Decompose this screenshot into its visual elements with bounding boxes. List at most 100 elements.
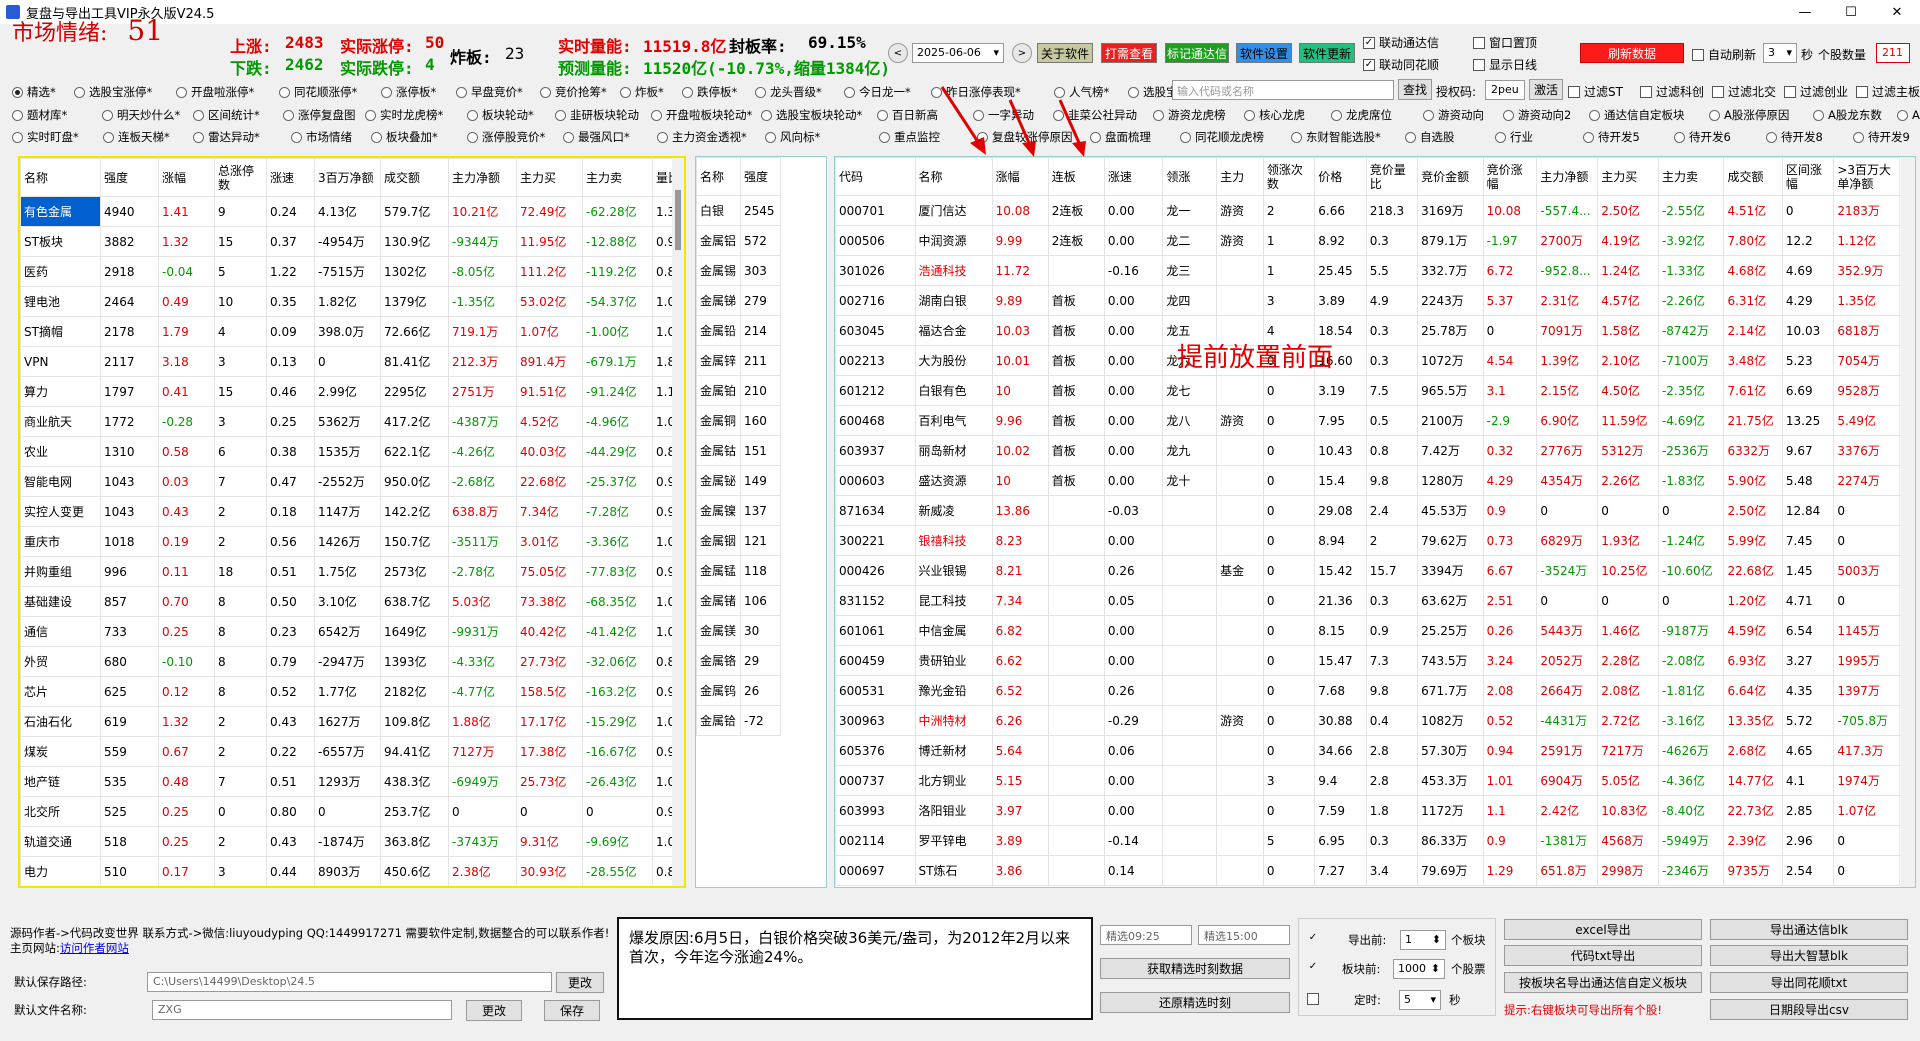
radio-row2-0[interactable]: 题材库*: [12, 107, 67, 123]
table-row[interactable]: 002716 湖南白银 9.89 首板 0.00 龙四 3 3.89 4.9 2243万 5.37 2…: [835, 285, 1915, 316]
table-row[interactable]: 锂电池 2464 0.49 10 0.35 1.82亿 1379亿 -1.35亿 53.02亿 -…: [20, 286, 684, 317]
radio-row3-7[interactable]: 主力资金透视*: [657, 129, 747, 145]
timer-spinner[interactable]: 5 ▾: [1399, 990, 1441, 1010]
radio-row3-6[interactable]: 最强风口*: [563, 129, 630, 145]
radio-row2-9[interactable]: 百日新高: [877, 107, 938, 123]
radio-row2-19[interactable]: A股龙东数: [1813, 107, 1882, 123]
get-pick-data-button[interactable]: 获取精选时刻数据: [1100, 958, 1290, 979]
column-header[interactable]: 竞价涨幅: [1482, 157, 1538, 196]
change-path-button[interactable]: 更改: [556, 972, 604, 993]
table-row[interactable]: 金属铝 572: [696, 225, 781, 256]
radio-row3-4[interactable]: 板块叠加*: [371, 129, 438, 145]
radio-row1-7[interactable]: 炸板*: [620, 84, 664, 100]
table-row[interactable]: ST板块 3882 1.32 15 0.37 -4954万 130.9亿 -9344万 11.9…: [20, 226, 684, 257]
column-header[interactable]: 主力买: [516, 158, 583, 197]
table-row[interactable]: 金属镍 137: [696, 495, 781, 526]
table-row[interactable]: 有色金属 4940 1.41 9 0.24 4.13亿 579.7亿 10.21亿 72.49亿…: [20, 196, 684, 227]
radio-row2-18[interactable]: A股涨停原因: [1709, 107, 1789, 123]
table-row[interactable]: 并购重组 996 0.11 18 0.51 1.75亿 2573亿 -2.78亿 75.05亿 -…: [20, 556, 684, 587]
filter-checkbox-0[interactable]: 过滤ST: [1568, 83, 1623, 100]
search-input[interactable]: 输入代码或名称: [1172, 80, 1394, 100]
table-row[interactable]: 000506 中润资源 9.99 2连板 0.00 龙二 游资 1 8.92 0.3 879.1万 -…: [835, 225, 1915, 256]
column-header[interactable]: 主力: [1216, 157, 1264, 196]
table-row[interactable]: 外贸 680 -0.10 8 0.79 -2947万 1393亿 -4.33亿 27.73亿 -3…: [20, 646, 684, 677]
limit-view-button[interactable]: 打需查看: [1101, 43, 1157, 63]
table-row[interactable]: 871634 新威凌 13.86 -0.03 0 29.08 2.4 45.53万 0.9 0 0 0…: [835, 495, 1915, 526]
radio-row2-3[interactable]: 涨停复盘图: [283, 107, 356, 123]
save-button[interactable]: 保存: [544, 1000, 600, 1021]
table-row[interactable]: 金属铟 121: [696, 525, 781, 556]
radio-row2-14[interactable]: 龙虎席位: [1331, 107, 1392, 123]
table-row[interactable]: 算力 1797 0.41 15 0.46 2.99亿 2295亿 2751万 91.51亿 -91…: [20, 376, 684, 407]
radio-row1-4[interactable]: 涨停板*: [381, 84, 436, 100]
column-header[interactable]: 竞价金额: [1417, 157, 1484, 196]
table-row[interactable]: 基础建设 857 0.70 8 0.50 3.10亿 638.7亿 5.03亿 73.38亿 -6…: [20, 586, 684, 617]
table-row[interactable]: 白银 2545: [696, 195, 781, 226]
radio-row3-2[interactable]: 雷达异动*: [193, 129, 260, 145]
radio-row3-17[interactable]: 待开发6: [1674, 129, 1731, 145]
radio-row2-5[interactable]: 板块轮动*: [467, 107, 534, 123]
table-row[interactable]: 通信 733 0.25 8 0.23 6542万 1649亿 -9931万 40.42亿 -41.…: [20, 616, 684, 647]
about-button[interactable]: 关于软件: [1037, 43, 1093, 63]
prev-date-button[interactable]: <: [888, 43, 908, 63]
table-row[interactable]: 000603 盛达资源 10 首板 0.00 龙十 0 15.4 9.8 1280万 4.29 435…: [835, 465, 1915, 496]
mark-tdx-button[interactable]: 标记通达信: [1165, 43, 1229, 63]
table-row[interactable]: 轨道交通 518 0.25 2 0.43 -1874万 363.8亿 -3743万 9.31亿 -…: [20, 826, 684, 857]
table-row[interactable]: 000697 ST炼石 3.86 0.14 0 7.27 3.4 79.69万 1.29 651.…: [835, 855, 1915, 886]
column-header[interactable]: 强度: [100, 158, 159, 197]
column-header[interactable]: 总涨停数: [214, 158, 267, 197]
table-row[interactable]: 电力 510 0.17 3 0.44 8903万 450.6亿 2.38亿 30.93亿 -28.…: [20, 856, 684, 886]
save-path-field[interactable]: C:\Users\14499\Desktop\24.5: [147, 972, 552, 992]
table-row[interactable]: 603993 洛阳钼业 3.97 0.00 0 7.59 1.8 1172万 1.1 2.42亿 1…: [835, 795, 1915, 826]
table-row[interactable]: 金属镁 30: [696, 615, 781, 646]
excel-export-button[interactable]: excel导出: [1504, 919, 1702, 940]
file-name-field[interactable]: ZXG: [152, 1000, 452, 1020]
table-row[interactable]: 000737 北方铜业 5.15 0.00 3 9.4 2.8 453.3万 1.01 6904万…: [835, 765, 1915, 796]
code-txt-export-button[interactable]: 代码txt导出: [1504, 945, 1702, 966]
close-button[interactable]: ✕: [1874, 0, 1920, 24]
author-site-link[interactable]: 访问作者网站: [60, 941, 129, 955]
radio-row1-5[interactable]: 早盘竞价*: [456, 84, 523, 100]
column-header[interactable]: 主力卖: [1657, 157, 1725, 196]
radio-row2-15[interactable]: 游资动向: [1423, 107, 1484, 123]
radio-row3-19[interactable]: 待开发9: [1853, 129, 1910, 145]
column-header[interactable]: 名称: [20, 158, 101, 197]
activate-button[interactable]: 激活: [1529, 79, 1563, 100]
column-header[interactable]: 价格: [1314, 157, 1367, 196]
table-row[interactable]: ST摘帽 2178 1.79 4 0.09 398.0万 72.66亿 719.1万 1.07亿…: [20, 316, 684, 347]
radio-row2-20[interactable]: A股概念板: [1897, 107, 1920, 123]
pick-from-field[interactable]: 精选09:25: [1100, 925, 1192, 945]
table-row[interactable]: 金属钴 151: [696, 435, 781, 466]
column-header[interactable]: 区间涨幅: [1781, 157, 1835, 196]
table-row[interactable]: 金属铬 29: [696, 645, 781, 676]
radio-row1-3[interactable]: 同花顺涨停*: [279, 84, 357, 100]
date-picker[interactable]: 2025-06-06 ▾: [912, 43, 1004, 63]
column-header[interactable]: 名称: [696, 157, 741, 196]
column-header[interactable]: 涨速: [266, 158, 315, 197]
radio-row1-9[interactable]: 龙头晋级*: [755, 84, 822, 100]
table-row[interactable]: 芯片 625 0.12 8 0.52 1.77亿 2182亿 -4.77亿 158.5亿 -163…: [20, 676, 684, 707]
radio-row3-18[interactable]: 待开发8: [1766, 129, 1823, 145]
radio-row1-2[interactable]: 开盘啦涨停*: [176, 84, 254, 100]
column-header[interactable]: 主力买: [1597, 157, 1659, 196]
column-header[interactable]: 代码: [835, 157, 916, 196]
radio-row3-5[interactable]: 涨停股竞价*: [467, 129, 545, 145]
column-header[interactable]: 主力净额: [1536, 157, 1599, 196]
table-row[interactable]: 金属铂 210: [696, 375, 781, 406]
radio-row1-0[interactable]: 精选*: [12, 84, 56, 100]
table-row[interactable]: 重庆市 1018 0.19 2 0.56 1426万 150.7亿 -3511万 3.01亿 -3…: [20, 526, 684, 557]
radio-row1-1[interactable]: 选股宝涨停*: [74, 84, 152, 100]
radio-row2-13[interactable]: 核心龙虎: [1244, 107, 1305, 123]
table-row[interactable]: 831152 昆工科技 7.34 0.05 0 21.36 0.3 63.62万 2.51 0 0 0…: [835, 585, 1915, 616]
table-row[interactable]: 000426 兴业银锡 8.21 0.26 基金 0 15.42 15.7 3394万 6.67-…: [835, 555, 1915, 586]
export-ths-txt-button[interactable]: 导出同花顺txt: [1710, 972, 1908, 993]
table-row[interactable]: 商业航天 1772 -0.28 3 0.25 5362万 417.2亿 -4387万 4.52亿…: [20, 406, 684, 437]
settings-button[interactable]: 软件设置: [1236, 43, 1292, 63]
export-before-checkbox[interactable]: ✓: [1307, 933, 1323, 945]
radio-row3-8[interactable]: 风向标*: [765, 129, 820, 145]
table-row[interactable]: 农业 1310 0.58 6 0.38 1535万 622.1亿 -4.26亿 40.03亿 -4…: [20, 436, 684, 467]
column-header[interactable]: 3百万净额: [314, 158, 381, 197]
auto-refresh-interval[interactable]: 3 ▾: [1763, 43, 1797, 63]
column-header[interactable]: 领涨: [1162, 157, 1218, 196]
pick-to-field[interactable]: 精选15:00: [1198, 925, 1290, 945]
